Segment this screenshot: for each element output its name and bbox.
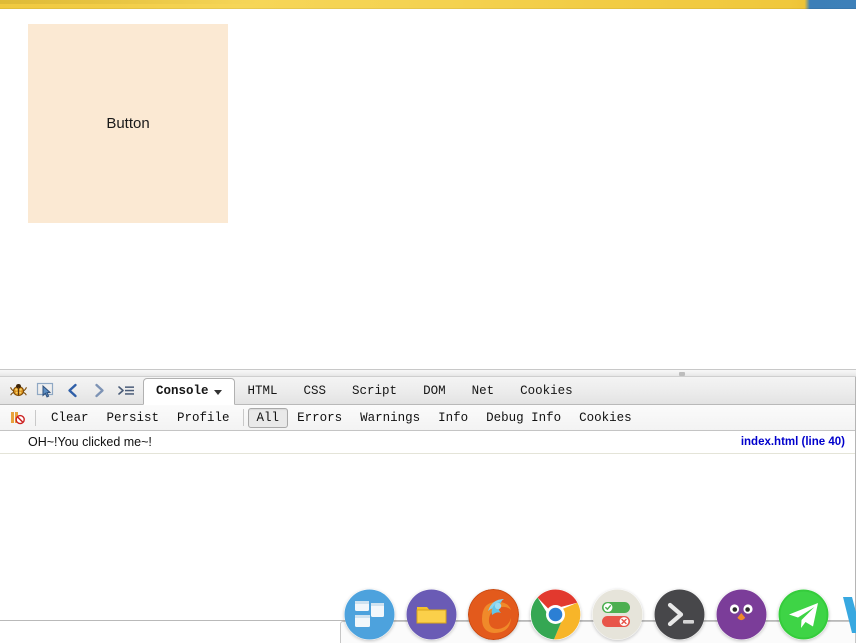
firebug-toolbar	[6, 377, 139, 404]
firebug-tab-list: Console HTML CSS Script DOM Net Cookies	[143, 377, 586, 405]
panel-list-icon[interactable]	[114, 378, 139, 402]
tab-console-label: Console	[156, 383, 209, 398]
tab-css[interactable]: CSS	[291, 378, 340, 404]
dock-icon-file-manager[interactable]	[406, 589, 457, 640]
tab-cookies-label: Cookies	[520, 383, 573, 398]
break-on-error-icon[interactable]	[7, 408, 27, 428]
options-separator-1	[35, 409, 36, 426]
tab-dom-label: DOM	[423, 383, 446, 398]
firebug-bug-icon[interactable]	[6, 378, 31, 402]
tab-console[interactable]: Console	[143, 378, 235, 405]
dock-icon-bird-app[interactable]	[716, 589, 767, 640]
dock-icon-firefox[interactable]	[468, 588, 519, 640]
forward-arrow-icon[interactable]	[87, 378, 112, 402]
filter-debug-info[interactable]: Debug Info	[477, 408, 570, 428]
tab-css-label: CSS	[303, 383, 327, 398]
filter-warnings[interactable]: Warnings	[351, 408, 429, 428]
tab-html[interactable]: HTML	[235, 378, 291, 404]
back-arrow-icon[interactable]	[60, 378, 85, 402]
dock-icon-window-manager[interactable]	[344, 589, 395, 640]
tab-html-label: HTML	[247, 383, 278, 398]
console-log-message: OH~!You clicked me~!	[28, 435, 152, 449]
options-separator-2	[242, 409, 244, 426]
tab-script-label: Script	[352, 383, 398, 398]
dock-icon-chrome[interactable]	[530, 589, 581, 640]
tab-net[interactable]: Net	[459, 378, 508, 404]
tab-net-label: Net	[471, 383, 495, 398]
firebug-splitter[interactable]	[0, 369, 856, 377]
profile-button[interactable]: Profile	[168, 408, 239, 428]
filter-info[interactable]: Info	[429, 408, 477, 428]
splitter-grip[interactable]	[679, 372, 685, 376]
persist-button[interactable]: Persist	[98, 408, 169, 428]
chevron-down-icon[interactable]	[213, 389, 222, 395]
dock-icon-settings[interactable]	[592, 589, 643, 640]
dock-icon-bar	[344, 585, 856, 643]
filter-errors[interactable]: Errors	[288, 408, 351, 428]
firebug-tabbar: Console HTML CSS Script DOM Net Cookies	[0, 377, 855, 405]
tab-script[interactable]: Script	[339, 378, 410, 404]
screen-root: Button Console HTML CSS Script DOM Net C…	[0, 0, 856, 643]
top-strip-shadow	[0, 0, 260, 4]
dock-icon-terminal[interactable]	[654, 589, 705, 640]
filter-all[interactable]: All	[247, 407, 289, 428]
tab-dom[interactable]: DOM	[410, 378, 459, 404]
clear-button[interactable]: Clear	[42, 408, 98, 428]
dock-icon-telegram[interactable]	[778, 589, 829, 640]
console-log-source-link[interactable]: index.html (line 40)	[741, 436, 845, 448]
filter-cookies[interactable]: Cookies	[570, 408, 641, 428]
console-options-bar: Clear Persist Profile All Errors Warning…	[0, 405, 855, 431]
page-viewport: Button	[0, 9, 856, 369]
dock-icon-partial[interactable]	[840, 589, 856, 640]
tab-cookies[interactable]: Cookies	[507, 378, 586, 404]
demo-button[interactable]: Button	[28, 24, 228, 223]
console-log-row[interactable]: OH~!You clicked me~! index.html (line 40…	[0, 431, 855, 454]
inspect-element-icon[interactable]	[33, 378, 58, 402]
